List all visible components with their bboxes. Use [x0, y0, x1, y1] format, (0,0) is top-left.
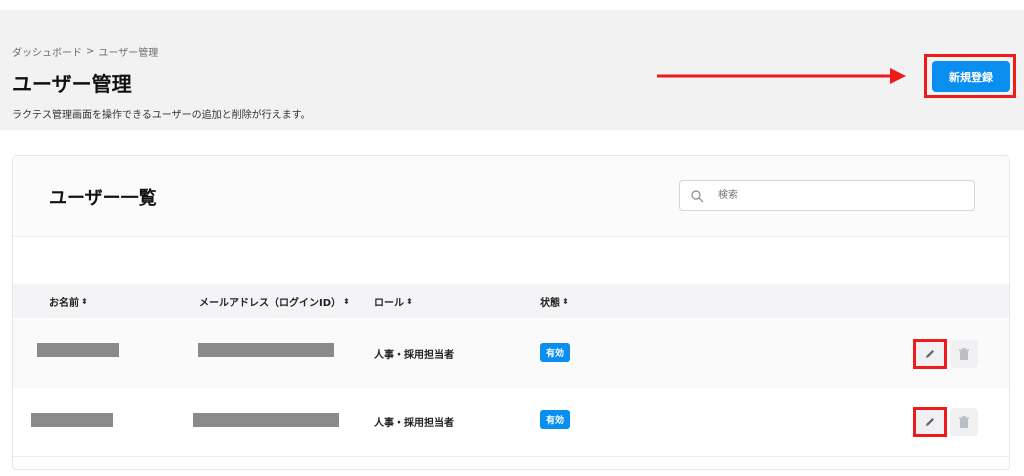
- column-name[interactable]: お名前 ⬍: [49, 294, 88, 309]
- trash-icon: [959, 415, 969, 428]
- breadcrumb: ダッシュボード > ユーザー管理: [12, 44, 158, 59]
- page-description: ラクテス管理画面を操作できるユーザーの追加と削除が行えます。: [12, 110, 311, 121]
- sort-icon: ⬍: [81, 296, 88, 306]
- role-cell: 人事・採用担当者: [374, 418, 454, 429]
- column-role-label: ロール: [374, 297, 404, 309]
- column-name-label: お名前: [49, 297, 79, 309]
- column-email-label: メールアドレス（ログインID）: [199, 297, 342, 309]
- delete-button[interactable]: [950, 340, 978, 368]
- user-list-title: ユーザー一覧: [49, 188, 157, 209]
- edit-highlight-box: [913, 407, 947, 437]
- column-status[interactable]: 状態 ⬍: [540, 294, 569, 309]
- redacted-name: [37, 343, 119, 357]
- page-header: ダッシュボード > ユーザー管理 ユーザー管理 ラクテス管理画面を操作できるユー…: [0, 10, 1024, 130]
- table-header: お名前 ⬍ メールアドレス（ログインID） ⬍ ロール ⬍ 状態 ⬍: [13, 284, 1009, 318]
- redacted-name: [31, 413, 113, 427]
- card-header: ユーザー一覧: [13, 156, 1009, 237]
- table-row: 人事・採用担当者 有効: [13, 388, 1009, 457]
- redacted-email: [198, 343, 334, 357]
- register-button[interactable]: 新規登録: [932, 61, 1010, 92]
- sort-icon: ⬍: [562, 296, 569, 306]
- status-badge: 有効: [540, 410, 571, 429]
- role-cell: 人事・採用担当者: [374, 350, 454, 361]
- column-role[interactable]: ロール ⬍: [374, 294, 413, 309]
- trash-icon: [959, 347, 969, 360]
- search-box[interactable]: [679, 180, 975, 211]
- breadcrumb-separator: >: [86, 46, 95, 57]
- page-title: ユーザー管理: [12, 72, 132, 96]
- sort-icon: ⬍: [343, 296, 350, 306]
- column-email[interactable]: メールアドレス（ログインID） ⬍: [199, 294, 350, 309]
- user-list-card: ユーザー一覧 お名前 ⬍ メールアドレス（ログインID） ⬍ ロール ⬍ 状態 …: [12, 155, 1010, 470]
- delete-button[interactable]: [950, 408, 978, 436]
- breadcrumb-current: ユーザー管理: [98, 48, 159, 59]
- redacted-email: [193, 413, 339, 427]
- column-status-label: 状態: [540, 297, 560, 309]
- edit-highlight-box: [913, 339, 947, 369]
- table-row: 人事・採用担当者 有効: [13, 320, 1009, 389]
- search-input[interactable]: [716, 189, 960, 202]
- status-badge: 有効: [540, 343, 571, 362]
- search-icon: [691, 189, 704, 202]
- breadcrumb-home[interactable]: ダッシュボード: [12, 44, 82, 59]
- sort-icon: ⬍: [406, 296, 413, 306]
